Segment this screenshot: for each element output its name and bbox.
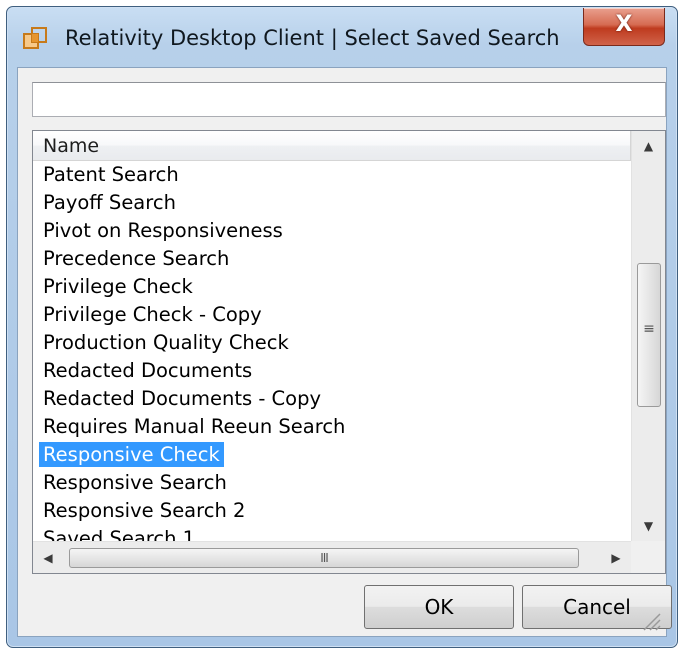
list-item[interactable]: Patent Search xyxy=(33,161,631,189)
vertical-scrollbar[interactable]: ▲ ≡ ▼ xyxy=(631,131,665,541)
list-item[interactable]: Redacted Documents xyxy=(33,357,631,385)
list-item[interactable]: Privilege Check xyxy=(33,273,631,301)
saved-search-list[interactable]: Name Patent Search Payoff Search Pivot o… xyxy=(32,130,666,574)
list-item-label: Production Quality Check xyxy=(43,331,289,354)
list-item-label: Privilege Check xyxy=(43,275,193,298)
list-item-label: Requires Manual Reeun Search xyxy=(43,415,346,438)
list-item-selected[interactable]: Responsive Check xyxy=(33,441,631,469)
list-item[interactable]: Responsive Search 2 xyxy=(33,497,631,525)
column-header-label: Name xyxy=(43,135,100,157)
title-bar[interactable]: Relativity Desktop Client | Select Saved… xyxy=(7,7,677,67)
list-item[interactable]: Pivot on Responsiveness xyxy=(33,217,631,245)
grip-icon: ≡ xyxy=(643,321,655,337)
grip-icon: III xyxy=(320,551,329,565)
list-item-label: Responsive Check xyxy=(39,442,224,467)
list-item-label: Saved Search 1 xyxy=(43,527,196,541)
list-item-label: Redacted Documents - Copy xyxy=(43,387,322,410)
list-item-label: Pivot on Responsiveness xyxy=(43,219,283,242)
scrollbar-corner xyxy=(631,541,665,573)
list-item[interactable]: Payoff Search xyxy=(33,189,631,217)
column-header-name[interactable]: Name xyxy=(33,131,631,161)
list-item[interactable]: Production Quality Check xyxy=(33,329,631,357)
dialog-window: Relativity Desktop Client | Select Saved… xyxy=(6,6,678,648)
list-item-label: Responsive Search 2 xyxy=(43,499,246,522)
list-item[interactable]: Precedence Search xyxy=(33,245,631,273)
dialog-client-area: Name Patent Search Payoff Search Pivot o… xyxy=(17,67,672,637)
scroll-right-icon[interactable]: ▶ xyxy=(601,542,631,573)
app-icon xyxy=(23,27,47,49)
ok-button[interactable]: OK xyxy=(364,585,514,629)
list-item-label: Payoff Search xyxy=(43,191,176,214)
search-input[interactable] xyxy=(32,82,666,117)
list-item[interactable]: Responsive Search xyxy=(33,469,631,497)
scroll-left-icon[interactable]: ◀ xyxy=(33,542,63,573)
list-item-label: Responsive Search xyxy=(43,471,227,494)
horizontal-scrollbar[interactable]: ◀ III ▶ xyxy=(33,541,631,573)
list-item[interactable]: Privilege Check - Copy xyxy=(33,301,631,329)
list-item[interactable]: Saved Search 1 xyxy=(33,525,631,541)
list-item-label: Privilege Check - Copy xyxy=(43,303,262,326)
scroll-down-icon[interactable]: ▼ xyxy=(632,511,665,541)
close-button[interactable]: X xyxy=(583,8,665,46)
list-item-label: Precedence Search xyxy=(43,247,230,270)
list-item-label: Redacted Documents xyxy=(43,359,253,382)
scroll-up-icon[interactable]: ▲ xyxy=(632,131,665,161)
vertical-scroll-thumb[interactable]: ≡ xyxy=(637,263,661,407)
list-rows: Patent Search Payoff Search Pivot on Res… xyxy=(33,161,631,541)
horizontal-scroll-thumb[interactable]: III xyxy=(69,548,579,568)
resize-grip-icon[interactable] xyxy=(640,610,662,632)
list-item[interactable]: Redacted Documents - Copy xyxy=(33,385,631,413)
close-icon: X xyxy=(615,12,633,37)
list-item[interactable]: Requires Manual Reeun Search xyxy=(33,413,631,441)
window-title: Relativity Desktop Client | Select Saved… xyxy=(65,26,560,50)
list-item-label: Patent Search xyxy=(43,163,179,186)
